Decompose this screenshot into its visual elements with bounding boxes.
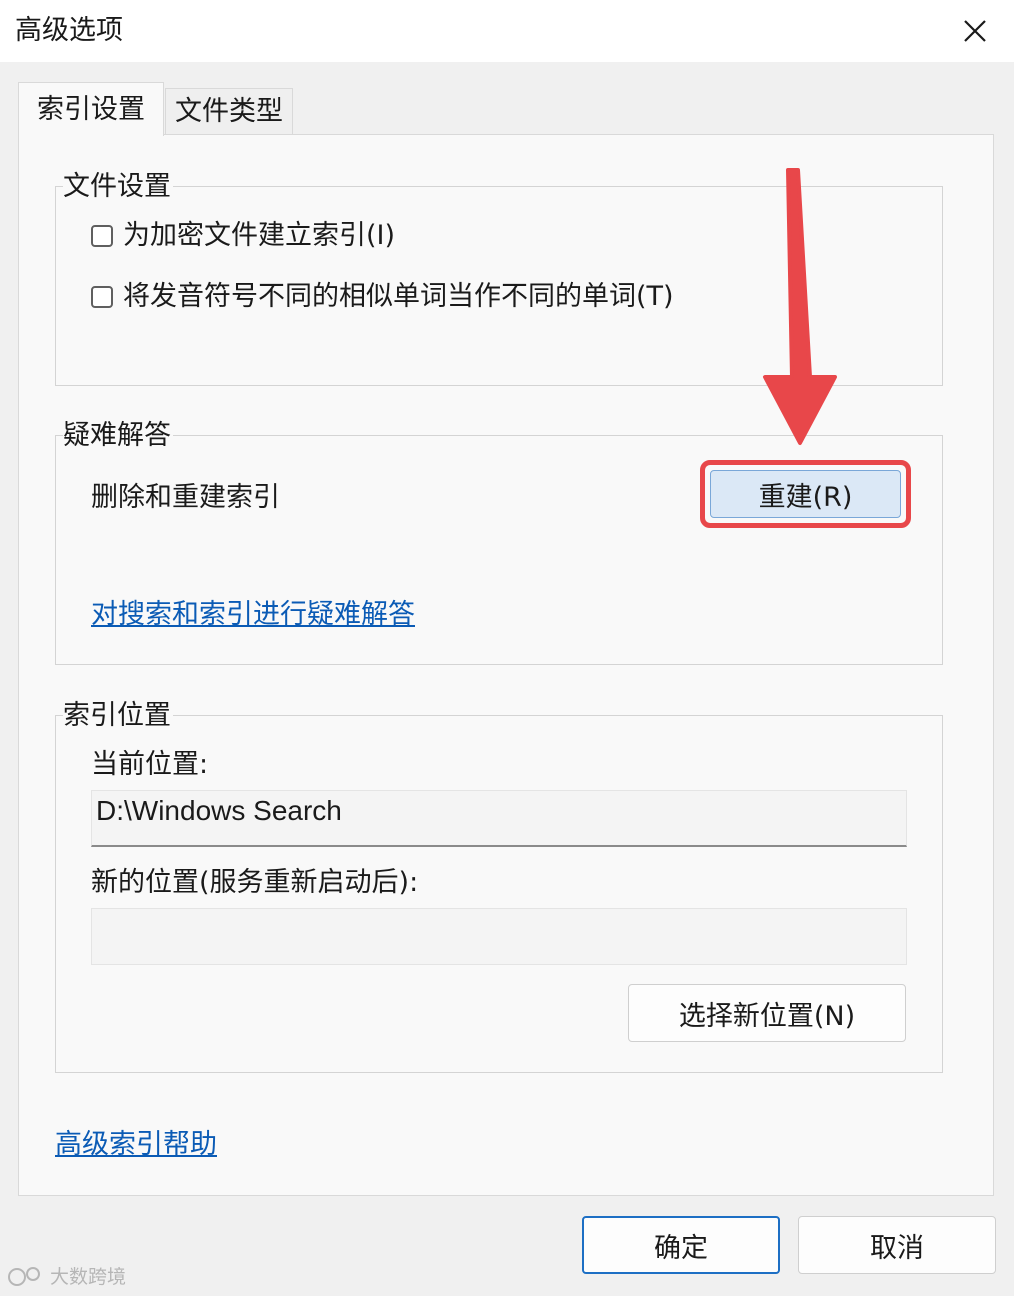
new-location-label: 新的位置(服务重新启动后): <box>91 867 419 898</box>
diacritics-checkbox[interactable] <box>91 286 113 308</box>
troubleshoot-link[interactable]: 对搜索和索引进行疑难解答 <box>91 598 415 632</box>
cancel-button[interactable]: 取消 <box>798 1216 996 1274</box>
window-title: 高级选项 <box>15 15 123 46</box>
encrypted-files-checkbox-row[interactable]: 为加密文件建立索引(I) <box>91 219 395 253</box>
diacritics-checkbox-row[interactable]: 将发音符号不同的相似单词当作不同的单词(T) <box>91 280 674 314</box>
watermark-logo-icon <box>8 1266 40 1286</box>
select-new-location-button[interactable]: 选择新位置(N) <box>628 984 906 1042</box>
encrypted-files-checkbox[interactable] <box>91 225 113 247</box>
rebuild-description: 删除和重建索引 <box>91 482 280 513</box>
red-arrow-annotation <box>763 168 837 445</box>
index-location-legend: 索引位置 <box>63 699 173 733</box>
watermark: 大数跨境 <box>6 1262 126 1289</box>
tab-index-settings[interactable]: 索引设置 <box>18 82 164 136</box>
rebuild-button[interactable]: 重建(R) <box>710 470 901 518</box>
ok-button[interactable]: 确定 <box>582 1216 780 1274</box>
title-bar <box>0 0 1014 62</box>
watermark-text: 大数跨境 <box>50 1266 127 1288</box>
file-settings-legend: 文件设置 <box>63 170 173 204</box>
current-location-label: 当前位置: <box>91 749 209 780</box>
close-icon <box>964 20 986 42</box>
advanced-help-link[interactable]: 高级索引帮助 <box>55 1128 217 1162</box>
diacritics-label: 将发音符号不同的相似单词当作不同的单词(T) <box>123 281 674 312</box>
new-location-field <box>91 908 907 965</box>
tab-file-types[interactable]: 文件类型 <box>165 88 293 134</box>
encrypted-files-label: 为加密文件建立索引(I) <box>123 220 396 251</box>
troubleshooting-legend: 疑难解答 <box>63 419 173 453</box>
close-button[interactable] <box>950 8 1000 54</box>
current-location-value: D:\Windows Search <box>96 795 342 826</box>
